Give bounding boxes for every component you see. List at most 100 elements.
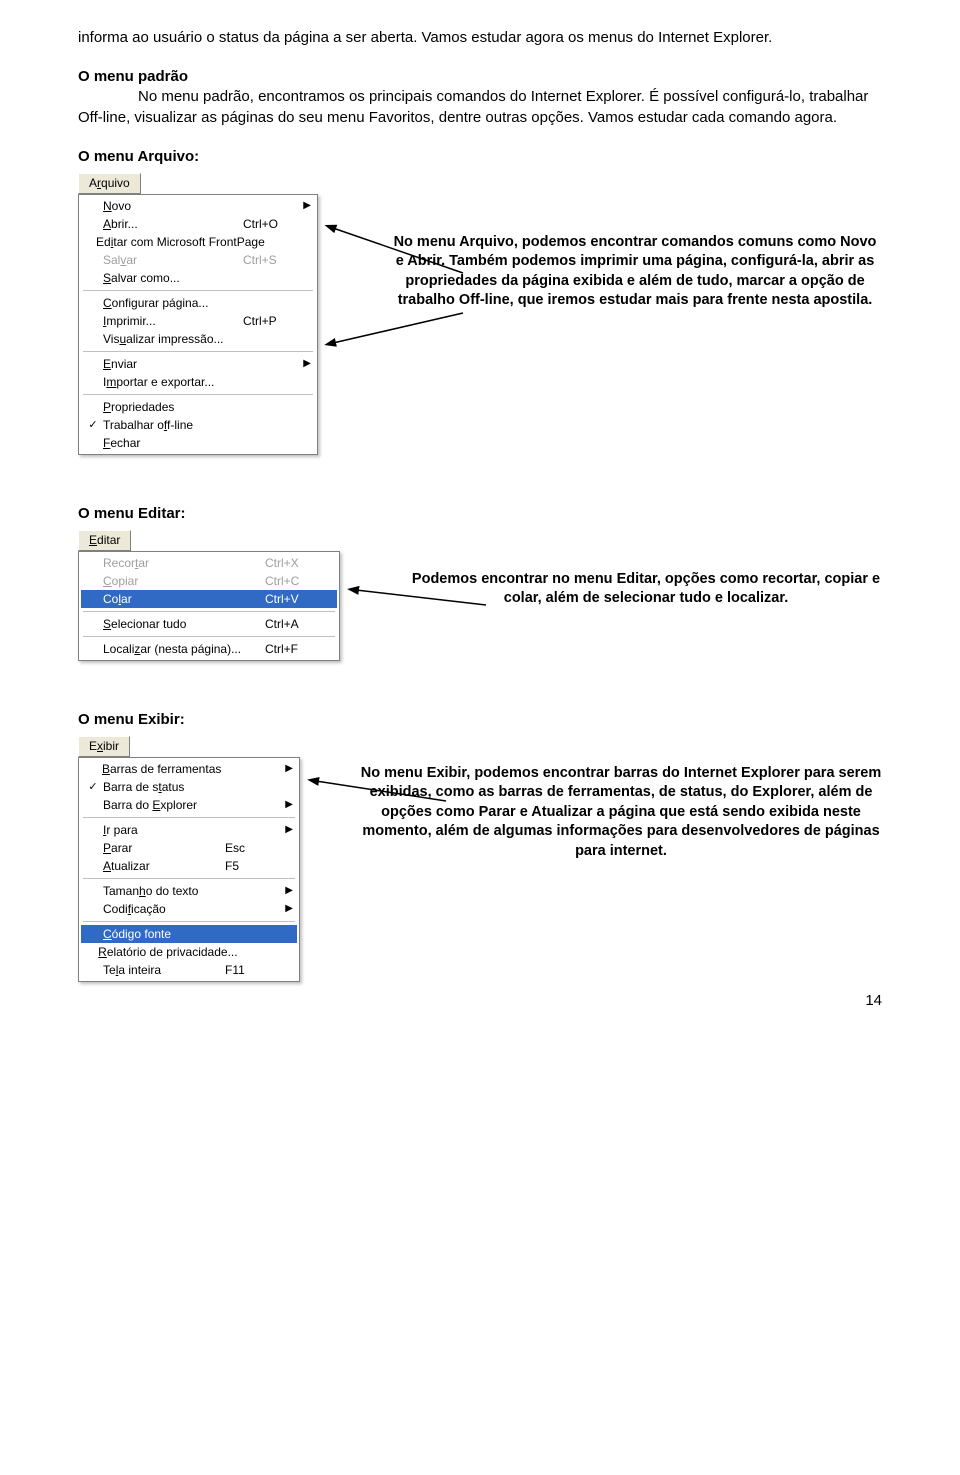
menu-item[interactable]: Ir para ▶	[81, 821, 297, 839]
submenu-arrow-icon: ▶	[279, 885, 293, 896]
menu-item[interactable]: Tela inteiraF11	[81, 961, 297, 979]
menu-item-label: Fechar	[101, 436, 235, 450]
menu-item-label: Parar	[101, 841, 217, 855]
menu-item-label: Barra de status	[101, 780, 217, 794]
padrao-paragraph: No menu padrão, encontramos os principai…	[78, 87, 882, 128]
exibir-description: No menu Exibir, podemos encontrar barras…	[360, 764, 882, 862]
submenu-arrow-icon: ▶	[279, 903, 293, 914]
menu-item[interactable]: SalvarCtrl+S	[81, 251, 315, 269]
menu-item-label: Ir para	[101, 823, 217, 837]
menu-item[interactable]: Relatório de privacidade...	[81, 943, 297, 961]
menu-item[interactable]: ✓Trabalhar off-line	[81, 416, 315, 434]
submenu-arrow-icon: ▶	[297, 358, 311, 369]
menu-separator	[83, 394, 313, 395]
menu-item[interactable]: Barra do Explorer ▶	[81, 796, 297, 814]
submenu-arrow-icon: ▶	[297, 200, 311, 211]
section-title-padrao: O menu padrão	[78, 68, 882, 85]
menu-item[interactable]: AtualizarF5	[81, 857, 297, 875]
menu-item[interactable]: RecortarCtrl+X	[81, 554, 337, 572]
menu-item[interactable]: Visualizar impressão...	[81, 330, 315, 348]
exibir-dropdown: Barras de ferramentas▶✓Barra de statusBa…	[78, 757, 300, 982]
menu-separator	[83, 636, 335, 637]
menu-item-label: Visualizar impressão...	[101, 332, 235, 346]
menu-item-shortcut: Ctrl+F	[257, 642, 319, 656]
menu-item-label: Abrir...	[101, 217, 235, 231]
menu-item-shortcut: F11	[217, 963, 279, 977]
menu-item-label: Tela inteira	[101, 963, 217, 977]
intro-paragraph: informa ao usuário o status da página a …	[78, 28, 882, 48]
check-icon: ✓	[85, 780, 101, 793]
menu-item[interactable]: Editar com Microsoft FrontPage	[81, 233, 315, 251]
menu-item[interactable]: Enviar▶	[81, 355, 315, 373]
menu-item-shortcut: Ctrl+V	[257, 592, 319, 606]
menu-item-label: Novo	[101, 199, 235, 213]
menu-item[interactable]: Código fonte	[81, 925, 297, 943]
section-title-editar: O menu Editar:	[78, 505, 882, 522]
arquivo-menu-screenshot: Arquivo Novo ▶ Abrir...Ctrl+O Editar com Mi…	[78, 173, 318, 455]
menu-item-label: Importar e exportar...	[101, 375, 235, 389]
menu-item-shortcut: F5	[217, 859, 279, 873]
menu-item[interactable]: Fechar	[81, 434, 315, 452]
menu-separator	[83, 290, 313, 291]
menu-item[interactable]: Selecionar tudoCtrl+A	[81, 615, 337, 633]
menu-item[interactable]: ✓Barra de status	[81, 778, 297, 796]
menu-item-shortcut: Ctrl+S	[235, 253, 297, 267]
arquivo-description: No menu Arquivo, podemos encontrar coman…	[388, 233, 882, 311]
editar-menu-screenshot: Editar RecortarCtrl+XCopiarCtrl+CColarCt…	[78, 530, 340, 661]
section-title-arquivo: O menu Arquivo:	[78, 148, 882, 165]
menu-separator	[83, 817, 295, 818]
menu-item-shortcut: Esc	[217, 841, 279, 855]
editar-description: Podemos encontrar no menu Editar, opções…	[410, 570, 882, 609]
menu-item-label: Trabalhar off-line	[101, 418, 235, 432]
menu-item-label: Salvar como...	[101, 271, 235, 285]
menu-item-shortcut: Ctrl+P	[235, 314, 297, 328]
submenu-arrow-icon: ▶	[279, 799, 293, 810]
menu-separator	[83, 878, 295, 879]
menu-item-label: Copiar	[101, 574, 257, 588]
menu-item-shortcut: Ctrl+X	[257, 556, 319, 570]
menu-separator	[83, 611, 335, 612]
arquivo-dropdown: Novo ▶ Abrir...Ctrl+O Editar com Microsoft …	[78, 194, 318, 455]
check-icon: ✓	[85, 418, 101, 431]
menu-separator	[83, 351, 313, 352]
menu-item[interactable]: Localizar (nesta página)...Ctrl+F	[81, 640, 337, 658]
menu-item-label: Selecionar tudo	[101, 617, 257, 631]
menu-item[interactable]: Configurar página...	[81, 294, 315, 312]
page-number: 14	[78, 992, 882, 1009]
menu-item-label: Salvar	[101, 253, 235, 267]
menu-item-label: Propriedades	[101, 400, 235, 414]
menu-item[interactable]: Propriedades	[81, 398, 315, 416]
menu-item-label: Configurar página...	[101, 296, 235, 310]
menu-item[interactable]: CopiarCtrl+C	[81, 572, 337, 590]
editar-dropdown: RecortarCtrl+XCopiarCtrl+CColarCtrl+VSel…	[78, 551, 340, 661]
menu-item[interactable]: Barras de ferramentas▶	[81, 760, 297, 778]
menu-item-label: Relatório de privacidade...	[96, 945, 237, 959]
menu-item-label: Código fonte	[101, 927, 217, 941]
menu-item[interactable]: Imprimir...Ctrl+P	[81, 312, 315, 330]
menu-item-label: Localizar (nesta página)...	[101, 642, 257, 656]
menu-item-label: Editar com Microsoft FrontPage	[94, 235, 265, 249]
submenu-arrow-icon: ▶	[280, 763, 293, 774]
editar-menu-button[interactable]: Editar	[78, 530, 131, 551]
submenu-arrow-icon: ▶	[279, 824, 293, 835]
menu-item-label: Recortar	[101, 556, 257, 570]
exibir-menu-screenshot: Exibir Barras de ferramentas▶✓Barra de s…	[78, 736, 300, 982]
menu-item-shortcut: Ctrl+C	[257, 574, 319, 588]
menu-item-label: Barra do Explorer	[101, 798, 217, 812]
menu-item[interactable]: Abrir...Ctrl+O	[81, 215, 315, 233]
menu-item[interactable]: Novo ▶	[81, 197, 315, 215]
arquivo-menu-button[interactable]: Arquivo	[78, 173, 141, 194]
menu-item[interactable]: Importar e exportar...	[81, 373, 315, 391]
menu-item[interactable]: Salvar como...	[81, 269, 315, 287]
menu-item-label: Imprimir...	[101, 314, 235, 328]
section-title-exibir: O menu Exibir:	[78, 711, 882, 728]
menu-item[interactable]: PararEsc	[81, 839, 297, 857]
menu-item[interactable]: ColarCtrl+V	[81, 590, 337, 608]
menu-item[interactable]: Tamanho do texto ▶	[81, 882, 297, 900]
menu-separator	[83, 921, 295, 922]
menu-item-label: Atualizar	[101, 859, 217, 873]
exibir-menu-button[interactable]: Exibir	[78, 736, 130, 757]
menu-item-shortcut: Ctrl+A	[257, 617, 319, 631]
menu-item[interactable]: Codificação▶	[81, 900, 297, 918]
menu-item-label: Tamanho do texto	[101, 884, 217, 898]
